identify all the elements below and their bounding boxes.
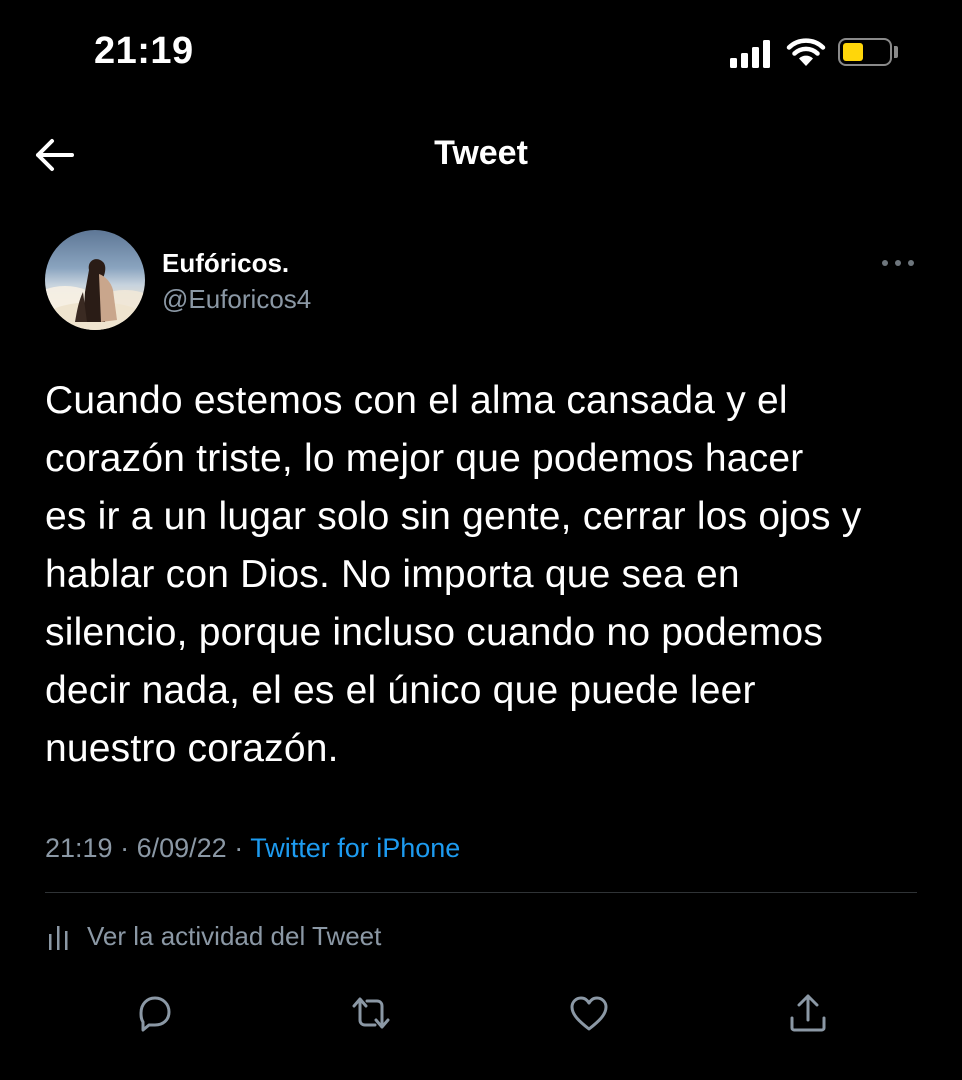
retweet-icon[interactable]: [348, 990, 394, 1036]
tweet-line: Cuando estemos con el alma cansada y el: [45, 379, 788, 422]
more-options-icon[interactable]: [878, 254, 918, 272]
wifi-icon: [786, 38, 826, 66]
author-handle[interactable]: @Euforicos4: [162, 284, 311, 315]
reply-icon[interactable]: [131, 990, 177, 1036]
meta-separator: ·: [120, 833, 130, 863]
tweet-source-link[interactable]: Twitter for iPhone: [250, 833, 460, 863]
cellular-signal-icon: [730, 38, 774, 68]
tweet-meta: 21:19 · 6/09/22 · Twitter for iPhone: [45, 833, 460, 864]
tweet-line: corazón triste, lo mejor que podemos hac…: [45, 437, 804, 480]
author-display-name[interactable]: Eufóricos.: [162, 248, 289, 279]
tweet-line: decir nada, el es el único que puede lee…: [45, 669, 756, 712]
tweet-line: hablar con Dios. No importa que sea en: [45, 553, 740, 596]
tweet-time: 21:19: [45, 833, 113, 863]
analytics-icon: [49, 926, 68, 950]
avatar-photo: [45, 259, 145, 330]
battery-cap: [894, 46, 898, 58]
tweet-text: Cuando estemos con el alma cansada y el …: [45, 372, 935, 778]
share-icon[interactable]: [785, 990, 831, 1036]
tweet-line: nuestro corazón.: [45, 727, 339, 770]
tweet-date: 6/09/22: [136, 833, 227, 863]
meta-separator: ·: [234, 833, 244, 863]
page-title: Tweet: [434, 134, 528, 172]
tweet-line: silencio, porque incluso cuando no podem…: [45, 611, 824, 654]
divider: [45, 892, 917, 893]
status-time: 21:19: [94, 30, 194, 72]
tweet-activity-label: Ver la actividad del Tweet: [87, 920, 382, 951]
tweet-activity-link[interactable]: Ver la actividad del Tweet: [45, 918, 381, 954]
tweet-line: es ir a un lugar solo sin gente, cerrar …: [45, 495, 862, 538]
like-icon[interactable]: [566, 990, 612, 1036]
battery-icon: [838, 38, 892, 66]
avatar[interactable]: [45, 230, 145, 330]
